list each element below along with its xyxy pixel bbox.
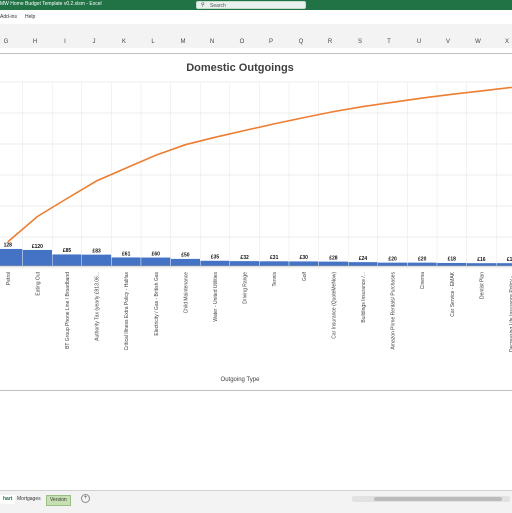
category-label: Child Maintenance — [183, 272, 189, 314]
data-label: £50 — [181, 253, 190, 259]
category-label: Eating Out — [35, 271, 41, 295]
data-label: £120 — [32, 244, 43, 250]
column-header[interactable]: N — [206, 39, 218, 45]
column-header[interactable]: I — [59, 39, 71, 45]
sheet-tab-bar: hart Mortgages Version + — [0, 490, 512, 513]
column-header[interactable]: W — [472, 39, 484, 45]
bar — [377, 262, 408, 267]
data-label: £60 — [152, 251, 161, 257]
column-header[interactable]: J — [88, 39, 100, 45]
bar — [259, 260, 290, 267]
data-label: £16 — [507, 257, 512, 263]
chart-title: Domestic Outgoings — [186, 62, 294, 74]
data-label: £18 — [448, 257, 457, 263]
horizontal-scrollbar[interactable] — [352, 496, 510, 502]
data-label: £31 — [270, 255, 279, 261]
category-label: Water - United Utilities — [213, 272, 219, 322]
column-header[interactable]: G — [0, 39, 12, 45]
category-label: Critical Illness Extra Policy - Halifax — [124, 272, 130, 351]
data-label: £20 — [418, 256, 427, 262]
scrollbar-thumb[interactable] — [374, 497, 502, 501]
category-label: Tennis — [272, 272, 278, 287]
column-header[interactable]: R — [324, 39, 336, 45]
bar — [81, 254, 112, 267]
bar — [288, 260, 319, 267]
category-label: Cinema — [420, 272, 426, 289]
add-sheet-icon[interactable]: + — [81, 494, 90, 503]
column-header[interactable]: Q — [295, 39, 307, 45]
bar — [466, 262, 497, 267]
column-header[interactable]: M — [177, 39, 189, 45]
bar — [170, 258, 201, 267]
category-label: Golf — [302, 271, 308, 281]
category-label: BT Group Phone Line / Broadband — [65, 272, 71, 349]
bar — [407, 262, 438, 267]
bar — [199, 260, 230, 267]
column-header[interactable]: T — [383, 39, 395, 45]
bar — [436, 262, 467, 267]
category-label: Driving Range — [243, 272, 249, 304]
bar — [52, 254, 83, 267]
ribbon-tab-help[interactable]: Help — [25, 14, 35, 20]
bar — [140, 257, 171, 267]
category-label: Authority Tax (yearly £913.06... — [95, 272, 101, 341]
data-label: £85 — [63, 248, 72, 254]
bar — [318, 261, 349, 267]
window-title: MW Home Budget Template v0.2.xlsm - Exce… — [0, 1, 102, 7]
category-label: Buildings Insurance /... — [361, 272, 367, 323]
bar — [22, 249, 53, 267]
column-header[interactable]: O — [236, 39, 248, 45]
ribbon-tab-add-ins[interactable]: Add-ins — [0, 14, 17, 20]
column-header[interactable]: P — [265, 39, 277, 45]
pareto-chart[interactable]: 128 £120 £85 £83 £61 £60 £50 £35 £32 £31 £30 £28 £24… — [0, 53, 512, 391]
category-label: Dentist Plan — [479, 272, 485, 299]
column-header[interactable]: K — [118, 39, 130, 45]
category-label: Electricity / Gas - British Gas — [154, 272, 160, 336]
sheet-tab-mortgages[interactable]: Mortgages — [14, 495, 44, 504]
formula-bar[interactable] — [0, 24, 512, 39]
column-header[interactable]: X — [501, 39, 512, 45]
search-placeholder: Search — [210, 3, 226, 9]
search-box[interactable]: ⚲ Search — [196, 1, 306, 9]
data-label: £32 — [240, 255, 249, 261]
column-header[interactable]: L — [147, 39, 159, 45]
category-label: Car Service - EMAK — [450, 271, 456, 316]
column-header[interactable]: U — [413, 39, 425, 45]
data-label: £61 — [122, 251, 131, 257]
bar — [348, 261, 379, 267]
data-label: £83 — [92, 248, 101, 254]
category-label: Car Insurance (QuoteMeNow) — [331, 272, 337, 339]
ribbon-tabs: Add-ins Help — [0, 10, 512, 24]
data-label: £20 — [388, 256, 397, 262]
bar — [0, 248, 23, 267]
category-label: Amazon Prime Rentals/ Purchases — [391, 272, 397, 350]
bar — [111, 257, 142, 267]
column-header[interactable]: S — [354, 39, 366, 45]
data-label: £28 — [329, 255, 338, 261]
chart-plot: 128 £120 £85 £83 £61 £60 £50 £35 £32 £31 £30 £28 £24… — [0, 81, 512, 352]
data-label: £35 — [211, 255, 220, 261]
title-bar: MW Home Budget Template v0.2.xlsm - Exce… — [0, 0, 512, 10]
data-label: £16 — [477, 257, 486, 263]
bar — [496, 262, 512, 267]
x-axis-title: Outgoing Type — [220, 377, 260, 383]
data-label: 128 — [4, 243, 13, 249]
column-header[interactable]: H — [29, 39, 41, 45]
data-label: £30 — [300, 255, 309, 261]
column-header[interactable]: V — [442, 39, 454, 45]
search-icon: ⚲ — [201, 2, 205, 8]
data-label: £24 — [359, 256, 368, 262]
category-label: Petrol — [6, 272, 12, 285]
bar — [229, 260, 260, 267]
sheet-tab-version[interactable]: Version — [46, 495, 71, 506]
